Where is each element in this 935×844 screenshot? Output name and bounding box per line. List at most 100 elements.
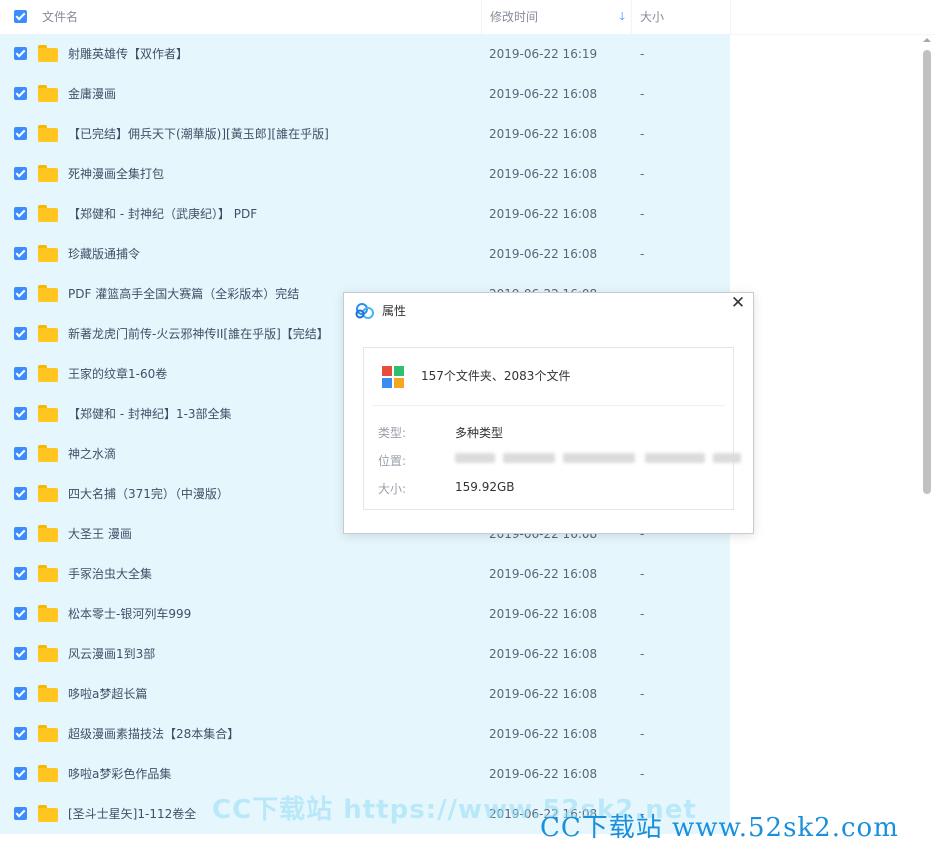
file-modified-date: 2019-06-22 16:08: [489, 647, 598, 661]
folder-icon: [38, 525, 58, 542]
column-header-size[interactable]: 大小: [631, 0, 731, 34]
file-name[interactable]: 新著龙虎门前传-火云邪神传II[誰在乎版]【完结】: [68, 314, 329, 354]
row-checkbox[interactable]: [14, 527, 27, 540]
folder-icon: [38, 325, 58, 342]
folder-icon: [38, 165, 58, 182]
row-checkbox[interactable]: [14, 327, 27, 340]
file-row[interactable]: 松本零士-银河列车999 2019-06-22 16:08 -: [0, 594, 730, 634]
file-name[interactable]: 【郑健和 - 封神纪】1-3部全集: [68, 394, 232, 434]
folder-icon: [38, 565, 58, 582]
row-checkbox[interactable]: [14, 647, 27, 660]
file-modified-date: 2019-06-22 16:08: [489, 247, 598, 261]
scrollbar-thumb[interactable]: [923, 50, 931, 494]
file-row[interactable]: 【郑健和 - 封神纪（武庚纪）】 PDF 2019-06-22 16:08 -: [0, 194, 730, 234]
row-checkbox[interactable]: [14, 687, 27, 700]
file-size: -: [640, 87, 645, 101]
row-checkbox[interactable]: [14, 607, 27, 620]
folder-icon: [38, 125, 58, 142]
file-name[interactable]: 哆啦a梦彩色作品集: [68, 754, 171, 794]
multi-file-type-icon: [376, 360, 410, 394]
file-name[interactable]: 大圣王 漫画: [68, 514, 132, 554]
folder-icon: [38, 405, 58, 422]
file-row[interactable]: 【已完结】佣兵天下(潮華版)][黃玉郎][誰在乎版] 2019-06-22 16:…: [0, 114, 730, 154]
file-modified-date: 2019-06-22 16:08: [489, 727, 598, 741]
folder-icon: [38, 485, 58, 502]
select-all-checkbox[interactable]: [14, 10, 27, 23]
folder-icon: [38, 245, 58, 262]
file-row[interactable]: 珍藏版通捕令 2019-06-22 16:08 -: [0, 234, 730, 274]
row-checkbox[interactable]: [14, 727, 27, 740]
file-modified-date: 2019-06-22 16:08: [489, 687, 598, 701]
file-size: -: [640, 727, 645, 741]
folder-icon: [38, 645, 58, 662]
row-checkbox[interactable]: [14, 447, 27, 460]
folder-icon: [38, 685, 58, 702]
row-checkbox[interactable]: [14, 487, 27, 500]
brand-watermark: CC下载站 www.52sk2.com: [540, 813, 899, 843]
close-icon[interactable]: ✕: [730, 295, 746, 312]
file-size: -: [640, 607, 645, 621]
file-row[interactable]: 风云漫画1到3部 2019-06-22 16:08 -: [0, 634, 730, 674]
file-list-header: 文件名 修改时间 🡓 大小: [0, 0, 935, 35]
baidu-netdisk-logo-icon: [355, 303, 374, 319]
file-modified-date: 2019-06-22 16:08: [489, 767, 598, 781]
row-checkbox[interactable]: [14, 247, 27, 260]
row-checkbox[interactable]: [14, 47, 27, 60]
column-header-date[interactable]: 修改时间 🡓: [481, 0, 631, 34]
row-checkbox[interactable]: [14, 567, 27, 580]
file-modified-date: 2019-06-22 16:08: [489, 567, 598, 581]
file-name[interactable]: 风云漫画1到3部: [68, 634, 155, 674]
column-header-name[interactable]: 文件名: [0, 0, 481, 34]
file-name[interactable]: 【已完结】佣兵天下(潮華版)][黃玉郎][誰在乎版]: [68, 114, 329, 154]
file-row[interactable]: 射雕英雄传【双作者】 2019-06-22 16:19 -: [0, 34, 730, 74]
scroll-up-icon[interactable]: [923, 38, 931, 42]
file-name[interactable]: [圣斗士星矢]1-112卷全: [68, 794, 196, 834]
file-name[interactable]: 金庸漫画: [68, 74, 116, 114]
size-label: 大小:: [378, 482, 407, 496]
file-row[interactable]: 哆啦a梦超长篇 2019-06-22 16:08 -: [0, 674, 730, 714]
folder-icon: [38, 365, 58, 382]
file-name[interactable]: 【郑健和 - 封神纪（武庚纪）】 PDF: [68, 194, 257, 234]
file-name[interactable]: 王家的纹章1-60卷: [68, 354, 167, 394]
file-modified-date: 2019-06-22 16:08: [489, 207, 598, 221]
file-name[interactable]: 四大名捕（371完）（中漫版）: [68, 474, 229, 514]
arrow-down-icon[interactable]: 🡓: [619, 0, 625, 34]
file-size: -: [640, 567, 645, 581]
file-row[interactable]: 手冢治虫大全集 2019-06-22 16:08 -: [0, 554, 730, 594]
row-checkbox[interactable]: [14, 767, 27, 780]
row-checkbox[interactable]: [14, 287, 27, 300]
file-name[interactable]: 死神漫画全集打包: [68, 154, 164, 194]
file-size: -: [640, 167, 645, 181]
file-row[interactable]: 超级漫画素描技法【28本集合】 2019-06-22 16:08 -: [0, 714, 730, 754]
row-checkbox[interactable]: [14, 167, 27, 180]
file-size: -: [640, 127, 645, 141]
file-size: -: [640, 687, 645, 701]
folder-icon: [38, 605, 58, 622]
row-checkbox[interactable]: [14, 807, 27, 820]
folder-icon: [38, 205, 58, 222]
file-name[interactable]: 哆啦a梦超长篇: [68, 674, 147, 714]
file-row[interactable]: 死神漫画全集打包 2019-06-22 16:08 -: [0, 154, 730, 194]
row-checkbox[interactable]: [14, 367, 27, 380]
divider: [372, 405, 725, 406]
folder-icon: [38, 45, 58, 62]
file-name[interactable]: 神之水滴: [68, 434, 116, 474]
file-name[interactable]: 手冢治虫大全集: [68, 554, 152, 594]
row-checkbox[interactable]: [14, 127, 27, 140]
row-checkbox[interactable]: [14, 87, 27, 100]
file-size: -: [640, 767, 645, 781]
location-value-redacted: [455, 450, 745, 464]
file-name[interactable]: PDF 灌篮高手全国大赛篇（全彩版本）完结: [68, 274, 299, 314]
file-row[interactable]: 哆啦a梦彩色作品集 2019-06-22 16:08 -: [0, 754, 730, 794]
vertical-scrollbar[interactable]: [920, 36, 934, 838]
file-name[interactable]: 射雕英雄传【双作者】: [68, 34, 188, 74]
file-row[interactable]: 金庸漫画 2019-06-22 16:08 -: [0, 74, 730, 114]
file-size: -: [640, 647, 645, 661]
file-modified-date: 2019-06-22 16:19: [489, 47, 598, 61]
file-name[interactable]: 超级漫画素描技法【28本集合】: [68, 714, 239, 754]
row-checkbox[interactable]: [14, 207, 27, 220]
file-name[interactable]: 松本零士-银河列车999: [68, 594, 191, 634]
file-name[interactable]: 珍藏版通捕令: [68, 234, 140, 274]
type-value: 多种类型: [455, 426, 504, 440]
row-checkbox[interactable]: [14, 407, 27, 420]
